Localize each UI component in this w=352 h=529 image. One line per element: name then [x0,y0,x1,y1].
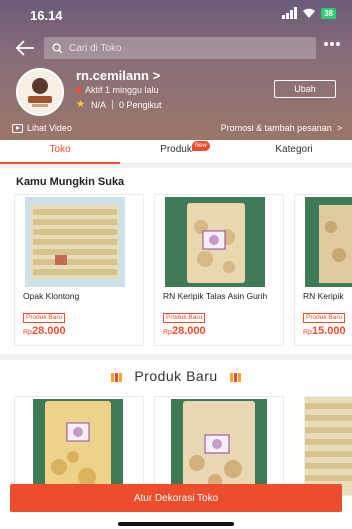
product-name: RN Keripik [303,291,344,301]
watch-video-link[interactable]: Lihat Video [12,123,72,133]
search-icon [52,42,63,53]
shop-stats: ★ N/A 0 Pengikut [76,99,162,110]
active-dot-icon [76,87,82,93]
video-icon [12,123,23,133]
product-price: Rp28.000 [163,325,206,337]
more-icon[interactable] [324,42,340,46]
product-image [25,197,125,287]
decoration-icon [230,372,242,382]
shop-name[interactable]: rn.cemilann > [76,68,160,83]
home-indicator[interactable] [118,522,234,526]
product-card[interactable]: RN Keripik Talas Asin Gurih Produk Baru … [154,194,284,346]
product-card[interactable]: RN Keripik Produk Baru Rp15.000 [294,194,352,346]
shop-avatar[interactable] [16,68,64,116]
promo-link[interactable]: Promosi & tambah pesanan > [221,123,342,133]
new-product-badge: Produk Baru [303,313,346,323]
new-product-card[interactable] [14,396,144,496]
wifi-icon [303,8,316,18]
new-badge: New [191,141,210,151]
suggested-section: Kamu Mungkin Suka Opak Klontong Produk B… [0,168,352,354]
product-price: Rp15.000 [303,325,346,337]
new-product-card[interactable] [304,396,352,496]
divider [111,100,113,109]
search-row [0,36,352,60]
product-image [155,397,283,495]
product-image [15,397,143,495]
signal-icon [282,7,298,19]
star-icon: ★ [76,99,85,110]
shop-header: 16.14 38 Cari di Toko rn.cemilann > Akti… [0,0,352,140]
shop-followers: 0 Pengikut [118,99,162,110]
product-card[interactable]: Opak Klontong Produk Baru Rp28.000 [14,194,144,346]
chevron-right-icon: > [336,123,342,133]
edit-shop-button[interactable]: Ubah [274,80,336,98]
product-image [305,197,352,287]
shop-rating: N/A [90,99,106,110]
product-image [305,397,352,495]
shop-info: rn.cemilann > Aktif 1 minggu lalu ★ N/A … [0,66,352,118]
tab-produk[interactable]: Produk New [120,140,232,164]
status-icons: 38 [282,7,336,19]
video-promo-row: Lihat Video Promosi & tambah pesanan > [0,118,352,140]
battery-icon: 38 [321,7,336,19]
shop-logo [18,70,62,114]
tab-toko[interactable]: Toko [0,140,120,164]
status-time: 16.14 [30,8,63,23]
product-image [165,197,265,287]
back-arrow-icon[interactable] [14,38,36,58]
new-product-badge: Produk Baru [163,313,206,323]
tab-kategori[interactable]: Kategori [236,140,352,164]
new-product-badge: Produk Baru [23,313,66,323]
product-name: RN Keripik Talas Asin Gurih [163,291,268,301]
decoration-icon [110,372,122,382]
chevron-right-icon: > [152,68,161,83]
search-box[interactable] [44,37,316,59]
shop-tabs: Toko Produk New Kategori [0,140,352,164]
status-bar: 16.14 38 [0,0,352,30]
product-name: Opak Klontong [23,291,80,301]
decorate-shop-button[interactable]: Atur Dekorasi Toko [10,484,342,512]
new-product-card[interactable] [154,396,284,496]
product-price: Rp28.000 [23,325,66,337]
new-products-title: Produk Baru [0,368,352,384]
section-title: Kamu Mungkin Suka [16,176,125,188]
shop-active-status: Aktif 1 minggu lalu [76,85,159,95]
search-input[interactable] [69,42,289,54]
